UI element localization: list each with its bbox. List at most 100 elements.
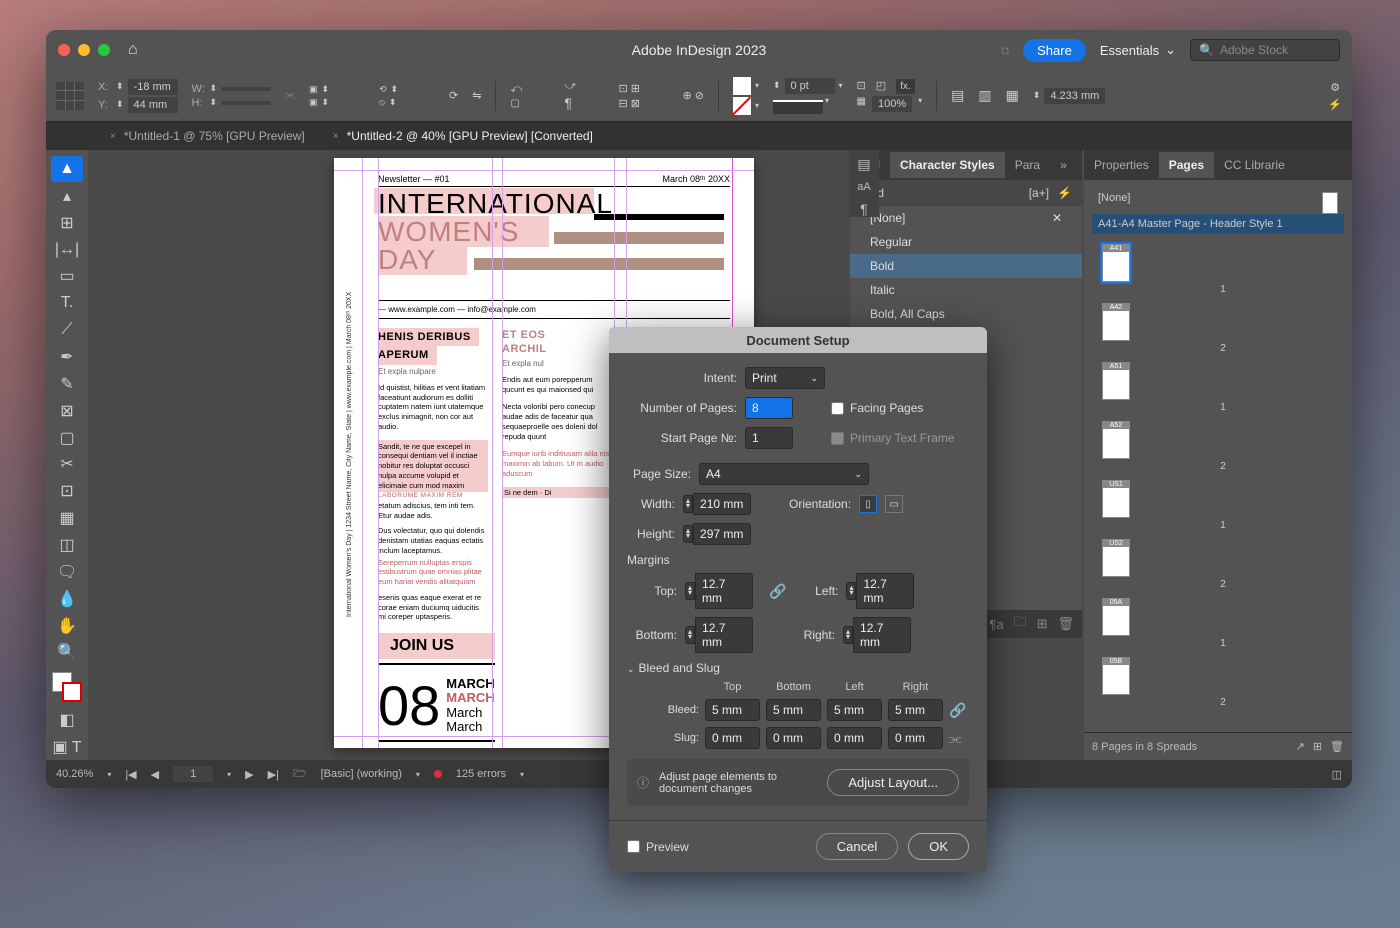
zoom-tool[interactable]: 🔍 <box>51 639 83 665</box>
h-field[interactable] <box>221 101 271 105</box>
stroke-weight[interactable]: 0 pt <box>785 78 835 94</box>
edit-page-icon[interactable]: ↗ <box>1296 740 1305 753</box>
stepper-icon[interactable]: ⬍ <box>116 81 124 92</box>
rectangle-tool[interactable]: ▢ <box>51 425 83 451</box>
auto-fit-icon[interactable]: ⊟ ⊠ <box>618 97 668 110</box>
share-button[interactable]: Share <box>1023 39 1086 62</box>
type-tool[interactable]: T. <box>51 290 83 316</box>
autofit-icon[interactable]: ⊡ <box>857 79 866 94</box>
close-icon[interactable]: × <box>333 131 339 142</box>
link-bleed-icon[interactable]: 🔗 <box>949 702 969 719</box>
margin-right-input[interactable]: ▴▾12.7 mm <box>843 617 911 653</box>
cancel-button[interactable]: Cancel <box>816 833 898 860</box>
rectangle-frame-tool[interactable]: ⊠ <box>51 398 83 424</box>
ok-button[interactable]: OK <box>908 833 969 860</box>
slug-top[interactable]: 0 mm <box>705 727 760 749</box>
new-style-icon[interactable]: [a+] <box>1029 186 1049 200</box>
margin-top-input[interactable]: ▴▾12.7 mm <box>685 573 753 609</box>
slug-right[interactable]: 0 mm <box>888 727 943 749</box>
doc-tab-1[interactable]: ×*Untitled-1 @ 75% [GPU Preview] <box>96 125 319 147</box>
eyedropper-tool[interactable]: 💧 <box>51 586 83 612</box>
fit-content-icon[interactable]: ⊡ ⊞ <box>618 82 668 95</box>
style-italic[interactable]: Italic <box>850 278 1082 302</box>
slug-bottom[interactable]: 0 mm <box>766 727 821 749</box>
note-tool[interactable]: 🗨 <box>51 559 83 585</box>
mini-icon-1[interactable]: ▤ <box>857 156 870 173</box>
zoom-level[interactable]: 40.26% <box>56 768 93 780</box>
scissors-tool[interactable]: ✂ <box>51 451 83 477</box>
flip-h-icon[interactable]: ⇋ <box>472 89 481 102</box>
line-tool[interactable]: ⟋ <box>51 317 83 343</box>
paragraph-icon[interactable]: ¶ <box>564 95 604 111</box>
page-thumb[interactable]: US2 <box>1102 539 1130 577</box>
stroke-style[interactable] <box>773 100 823 114</box>
width-input[interactable]: ▴▾210 mm <box>683 493 751 515</box>
page-size-select[interactable]: A4⌄ <box>699 463 869 485</box>
corner-icon[interactable]: ◰ <box>876 79 886 94</box>
fx-button[interactable]: fx. <box>896 79 915 94</box>
view-mode-icon[interactable]: ▣ T <box>51 734 83 760</box>
style-bold[interactable]: Bold <box>850 254 1082 278</box>
rotate-shear-group[interactable]: ⟲⬍ ⦸⬍ <box>379 84 435 108</box>
w-field[interactable] <box>221 87 271 91</box>
folder-icon[interactable]: 🗀 <box>1014 613 1027 635</box>
master-a41[interactable]: A41-A4 Master Page - Header Style 1 <box>1092 214 1344 234</box>
new-icon[interactable]: ⊞ <box>1037 616 1048 632</box>
tab-cc-libraries[interactable]: CC Librarie <box>1214 152 1295 178</box>
direct-selection-tool[interactable]: ▴ <box>51 183 83 209</box>
doc-tab-2[interactable]: ×*Untitled-2 @ 40% [GPU Preview] [Conver… <box>319 125 607 147</box>
num-pages-input[interactable]: 8 <box>745 397 793 419</box>
page-thumb[interactable]: 05B <box>1102 657 1130 695</box>
preview-checkbox[interactable]: Preview <box>627 840 689 854</box>
page-thumb[interactable]: A42 <box>1102 303 1130 341</box>
fill-swatch[interactable] <box>733 77 751 95</box>
rotate-icon[interactable]: ⟳ <box>449 89 458 102</box>
delete-page-icon[interactable]: 🗑 <box>1330 740 1344 753</box>
link-slug-icon[interactable]: ⫘ <box>949 730 969 747</box>
close-window-button[interactable] <box>58 44 70 56</box>
minimize-window-button[interactable] <box>78 44 90 56</box>
facing-pages-checkbox[interactable]: Facing Pages <box>831 401 923 415</box>
orientation-portrait[interactable]: ▯ <box>859 495 877 513</box>
center-icon[interactable]: ⊕ ⊘ <box>682 89 704 102</box>
margin-bottom-input[interactable]: ▴▾12.7 mm <box>685 617 753 653</box>
lightning-icon[interactable]: ⚡ <box>1328 98 1342 111</box>
trash-icon[interactable]: 🗑 <box>1057 616 1074 632</box>
styles-tab-char[interactable]: Character Styles <box>890 152 1005 178</box>
error-count[interactable]: 125 errors <box>456 768 506 780</box>
adobe-stock-search[interactable]: 🔍Adobe Stock <box>1190 39 1340 61</box>
master-none[interactable]: [None] <box>1092 188 1344 208</box>
scale-group[interactable]: ▣⬍ ▣⬍ <box>309 84 365 108</box>
opacity-icon[interactable]: ▦ <box>857 96 866 112</box>
mini-icon-2[interactable]: aA <box>857 181 870 193</box>
page-thumb[interactable]: A51 <box>1102 362 1130 400</box>
view-toggle-icon[interactable]: ◫ <box>1332 768 1342 781</box>
prev-page-icon[interactable]: ◀ <box>151 768 159 781</box>
workspace-switcher[interactable]: Essentials⌄ <box>1100 42 1176 58</box>
hand-tool[interactable]: ✋ <box>51 613 83 639</box>
page-thumb[interactable]: A52 <box>1102 421 1130 459</box>
page-thumb[interactable]: US1 <box>1102 480 1130 518</box>
gap-tool[interactable]: |↔| <box>51 237 83 263</box>
constrain-icon[interactable]: ⫘ <box>285 89 295 102</box>
slug-left[interactable]: 0 mm <box>827 727 882 749</box>
new-page-icon[interactable]: ⊞ <box>1313 740 1322 753</box>
x-field[interactable]: -18 mm <box>128 79 178 95</box>
preflight-profile[interactable]: [Basic] (working) <box>321 768 402 780</box>
apply-color-icon[interactable]: ◧ <box>51 707 83 733</box>
height-input[interactable]: ▴▾297 mm <box>683 523 751 545</box>
quick-apply-icon[interactable]: ¶a <box>989 617 1003 632</box>
opacity-field[interactable]: 100% <box>872 96 912 112</box>
redo-icon[interactable]: ⤻ <box>564 80 604 93</box>
page-tool[interactable]: ⊞ <box>51 210 83 236</box>
pen-tool[interactable]: ✒ <box>51 344 83 370</box>
y-field[interactable]: 44 mm <box>128 97 178 113</box>
gear-icon[interactable]: ⚙ <box>1330 81 1340 94</box>
columns-icon[interactable]: ▦ <box>1006 87 1019 104</box>
home-icon[interactable]: ⌂ <box>128 41 138 59</box>
gradient-feather-tool[interactable]: ◫ <box>51 532 83 558</box>
link-margins-icon[interactable]: 🔗 <box>769 583 786 600</box>
stroke-swatch[interactable] <box>733 97 751 115</box>
style-none[interactable]: [None]✕ <box>850 206 1082 230</box>
free-transform-tool[interactable]: ⊡ <box>51 478 83 504</box>
